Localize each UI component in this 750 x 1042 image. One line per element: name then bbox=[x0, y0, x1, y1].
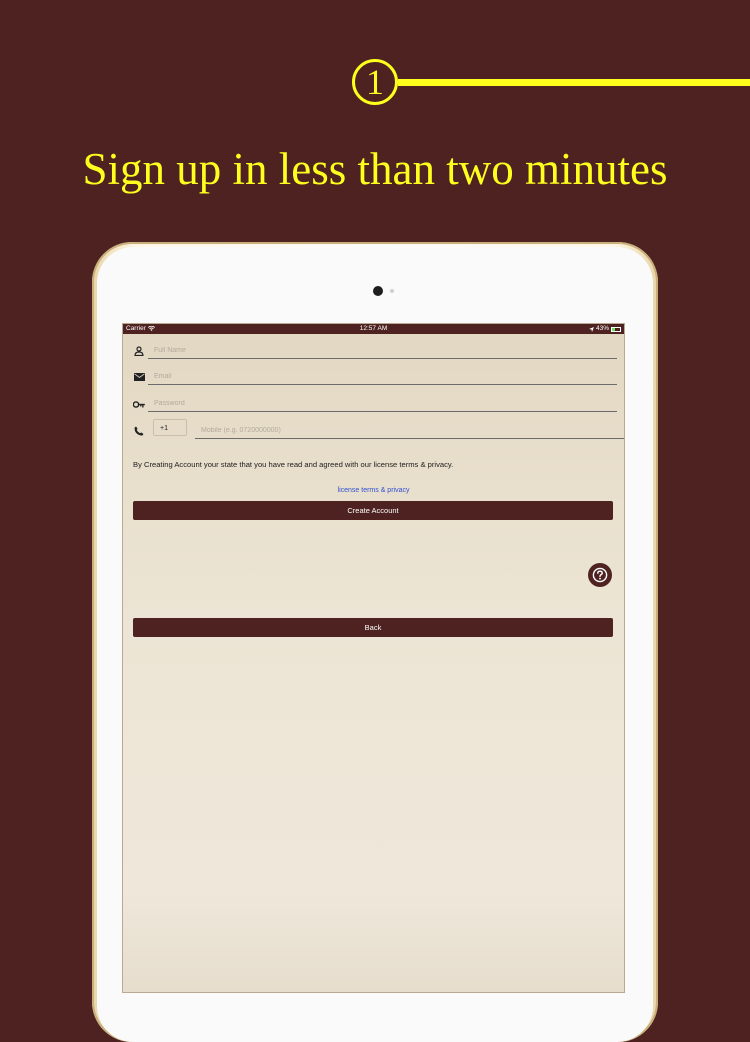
help-icon bbox=[592, 567, 608, 583]
phone-row: +1 bbox=[131, 419, 624, 441]
envelope-icon bbox=[133, 371, 145, 383]
password-row bbox=[131, 396, 617, 414]
terms-statement: By Creating Account your state that you … bbox=[133, 460, 454, 469]
battery-level bbox=[612, 327, 616, 331]
step-number-badge: 1 bbox=[352, 59, 398, 105]
person-icon bbox=[133, 345, 145, 357]
app-screen: Carrier 12:57 AM 43% +1 bbox=[122, 323, 625, 993]
status-bar: Carrier 12:57 AM 43% bbox=[123, 324, 624, 334]
back-button[interactable]: Back bbox=[133, 618, 613, 637]
full-name-row bbox=[131, 343, 617, 361]
email-input[interactable] bbox=[148, 369, 617, 385]
page-headline: Sign up in less than two minutes bbox=[82, 144, 668, 194]
full-name-input[interactable] bbox=[148, 343, 617, 359]
terms-link[interactable]: license terms & privacy bbox=[123, 487, 624, 494]
step-line bbox=[398, 79, 750, 86]
email-row bbox=[131, 369, 617, 387]
camera-icon bbox=[373, 286, 383, 296]
location-arrow-icon bbox=[588, 326, 594, 332]
key-icon bbox=[133, 398, 145, 410]
step-number: 1 bbox=[366, 62, 384, 102]
battery-percent: 43% bbox=[595, 325, 609, 332]
status-time: 12:57 AM bbox=[359, 325, 388, 332]
password-input[interactable] bbox=[148, 396, 617, 412]
phone-icon bbox=[133, 425, 145, 437]
create-account-button[interactable]: Create Account bbox=[133, 501, 613, 520]
help-button[interactable] bbox=[588, 563, 612, 587]
mobile-input[interactable] bbox=[195, 423, 624, 439]
sensor-dot bbox=[390, 289, 394, 293]
battery-icon bbox=[611, 326, 621, 332]
country-code-field[interactable]: +1 bbox=[153, 419, 187, 436]
